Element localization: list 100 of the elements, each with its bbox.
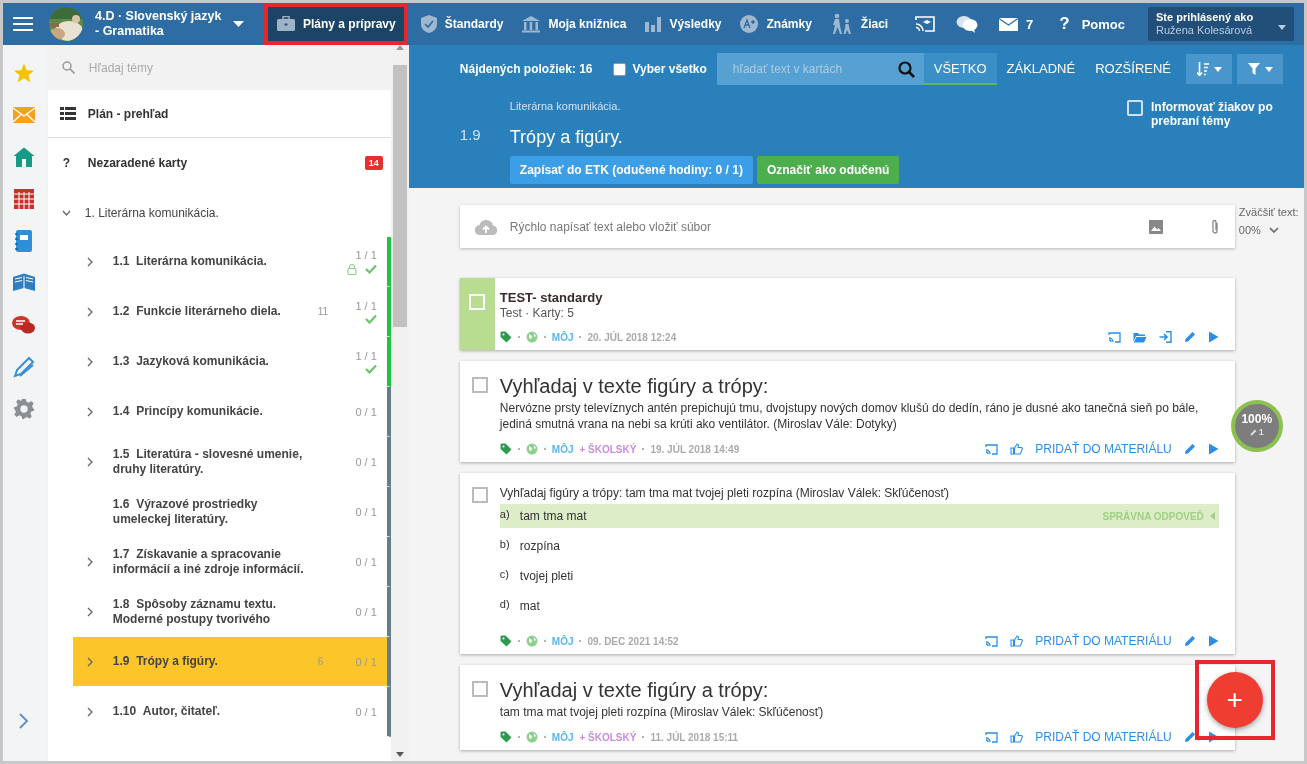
settings-icon[interactable] [13,398,36,420]
chevron-right-icon[interactable] [86,356,93,367]
nav-tab[interactable]: Známky [731,7,820,41]
menu-icon[interactable] [13,16,33,32]
chevron-right-icon[interactable] [86,406,93,417]
chevron-right-icon[interactable] [86,656,93,667]
play-icon[interactable] [1207,635,1219,647]
card-checkbox[interactable] [471,681,488,697]
tag-icon[interactable] [499,331,512,343]
chevron-right-icon[interactable] [86,306,93,317]
topic-search-field[interactable]: Hľadaj témy [86,59,311,76]
scrollbar-thumb[interactable] [392,65,407,327]
play-icon[interactable] [1207,331,1219,343]
paperclip-icon[interactable] [1210,218,1219,235]
open-book-icon[interactable] [12,273,37,293]
pencil-icon[interactable] [1183,731,1196,743]
add-to-material-link[interactable]: PRIDAŤ DO MATERIÁLU [1035,730,1172,744]
caret-down-icon [1213,66,1222,72]
thumbs-up-icon[interactable] [1010,635,1024,647]
thumbs-up-icon[interactable] [1010,731,1024,743]
envelope-icon[interactable] [13,107,36,123]
chevron-right-icon[interactable] [86,606,93,617]
notify-checkbox[interactable] [1127,100,1143,116]
user-menu[interactable]: Ste prihlásený ako Ružena Kolesárová [1148,7,1294,41]
cast-screen-icon[interactable] [915,16,936,32]
chevron-right-icon[interactable] [86,556,93,567]
chapter-item[interactable]: 1. Literárna komunikácia. [47,188,391,237]
caret-down-icon[interactable] [233,21,244,27]
help-button[interactable]: ? Pomoc [1059,14,1125,34]
select-all-checkbox[interactable] [612,62,626,76]
calendar-grid-icon[interactable] [14,189,35,209]
card-search-field[interactable]: hľadať text v kartách [716,53,924,85]
star-icon[interactable] [13,62,36,84]
chevron-right-icon[interactable] [86,706,93,717]
chevron-down-icon[interactable] [1268,227,1279,233]
pen-icon[interactable] [13,356,36,378]
messages-button[interactable]: 7 [999,16,1034,32]
pencil-icon[interactable] [1183,443,1196,455]
question-mark-icon: ? [62,156,88,170]
folder-icon[interactable] [1132,331,1147,343]
play-icon[interactable] [1207,731,1219,743]
mark-taught-button[interactable]: Označiť ako odučenú [756,156,900,184]
cast-icon[interactable] [985,635,999,647]
nav-tab[interactable]: Moja knižnica [513,7,635,41]
sort-button[interactable] [1186,54,1232,84]
nav-tab[interactable]: Žiaci [821,7,897,41]
nav-tab[interactable]: Výsledky [636,7,730,41]
unsorted-cards-item[interactable]: ? Nezaradené karty 14 [47,138,391,188]
chat-icon[interactable] [956,15,979,33]
filter-button[interactable] [1237,54,1283,84]
pencil-icon[interactable] [1183,331,1196,343]
cast-icon[interactable] [1107,331,1121,343]
chevron-right-icon[interactable] [86,256,93,267]
chevron-right-icon[interactable] [86,456,93,467]
expand-chevron-icon[interactable] [19,713,29,729]
shield-icon [419,14,438,34]
option-letter: c) [499,568,510,580]
card-title: TEST- standardy [499,290,604,305]
scroll-down-icon[interactable] [395,752,404,757]
tag-icon[interactable] [499,635,512,647]
owner-label: MÔJ [551,635,574,647]
add-to-material-link[interactable]: PRIDAŤ DO MATERIÁLU [1035,442,1172,456]
globe-icon[interactable] [525,331,538,343]
filter-tab[interactable]: ROZŠÍRENÉ [1085,53,1181,85]
card-checkbox[interactable] [471,377,488,393]
tag-icon[interactable] [499,731,512,743]
card-count: 6 [317,656,325,667]
zoom-value[interactable]: 00% [1238,221,1261,239]
card-checkbox[interactable] [471,487,488,503]
score-badge: 100% 1 [1230,400,1283,452]
plan-overview-item[interactable]: Plán - prehľad [47,90,391,138]
topic-item[interactable]: 1.9 Trópy a figúry. 6 0 / 1 [72,637,391,687]
record-button[interactable]: Zapísať do ETK (odučené hodiny: 0 / 1) [509,156,753,184]
thumbs-up-icon[interactable] [1010,443,1024,455]
notebook-icon[interactable] [15,230,34,252]
topic-title: 1.4 Princípy komunikácie. [112,404,264,419]
globe-icon[interactable] [525,443,538,455]
topic-title: 1.9 Trópy a figúry. [112,654,219,669]
quick-note-field[interactable]: Rýchlo napísať text alebo vložiť súbor [509,216,1137,237]
card-subtitle: Test · Karty: 5 [499,306,575,320]
filter-tab[interactable]: ZÁKLADNÉ [996,53,1086,85]
filter-tab[interactable]: VŠETKO [923,53,997,85]
login-icon[interactable] [1158,331,1172,343]
globe-icon[interactable] [525,731,538,743]
briefcase-icon [276,16,296,32]
class-name[interactable]: 4.D · Slovenský jazyk - Gramatika [95,9,227,39]
search-icon[interactable] [897,61,915,78]
nav-tab[interactable]: Štandardy [411,7,512,41]
add-to-material-link[interactable]: PRIDAŤ DO MATERIÁLU [1035,634,1172,648]
globe-icon[interactable] [525,635,538,647]
pencil-icon[interactable] [1183,635,1196,647]
cast-icon[interactable] [985,731,999,743]
tag-icon[interactable] [499,443,512,455]
house-icon[interactable] [13,147,36,167]
cast-icon[interactable] [985,443,999,455]
owner-label: MÔJ [551,731,574,743]
chat-bubbles-icon[interactable] [12,315,37,335]
image-icon[interactable] [1148,219,1163,234]
found-count: Nájdených položiek: 16 [459,62,593,76]
play-icon[interactable] [1207,443,1219,455]
